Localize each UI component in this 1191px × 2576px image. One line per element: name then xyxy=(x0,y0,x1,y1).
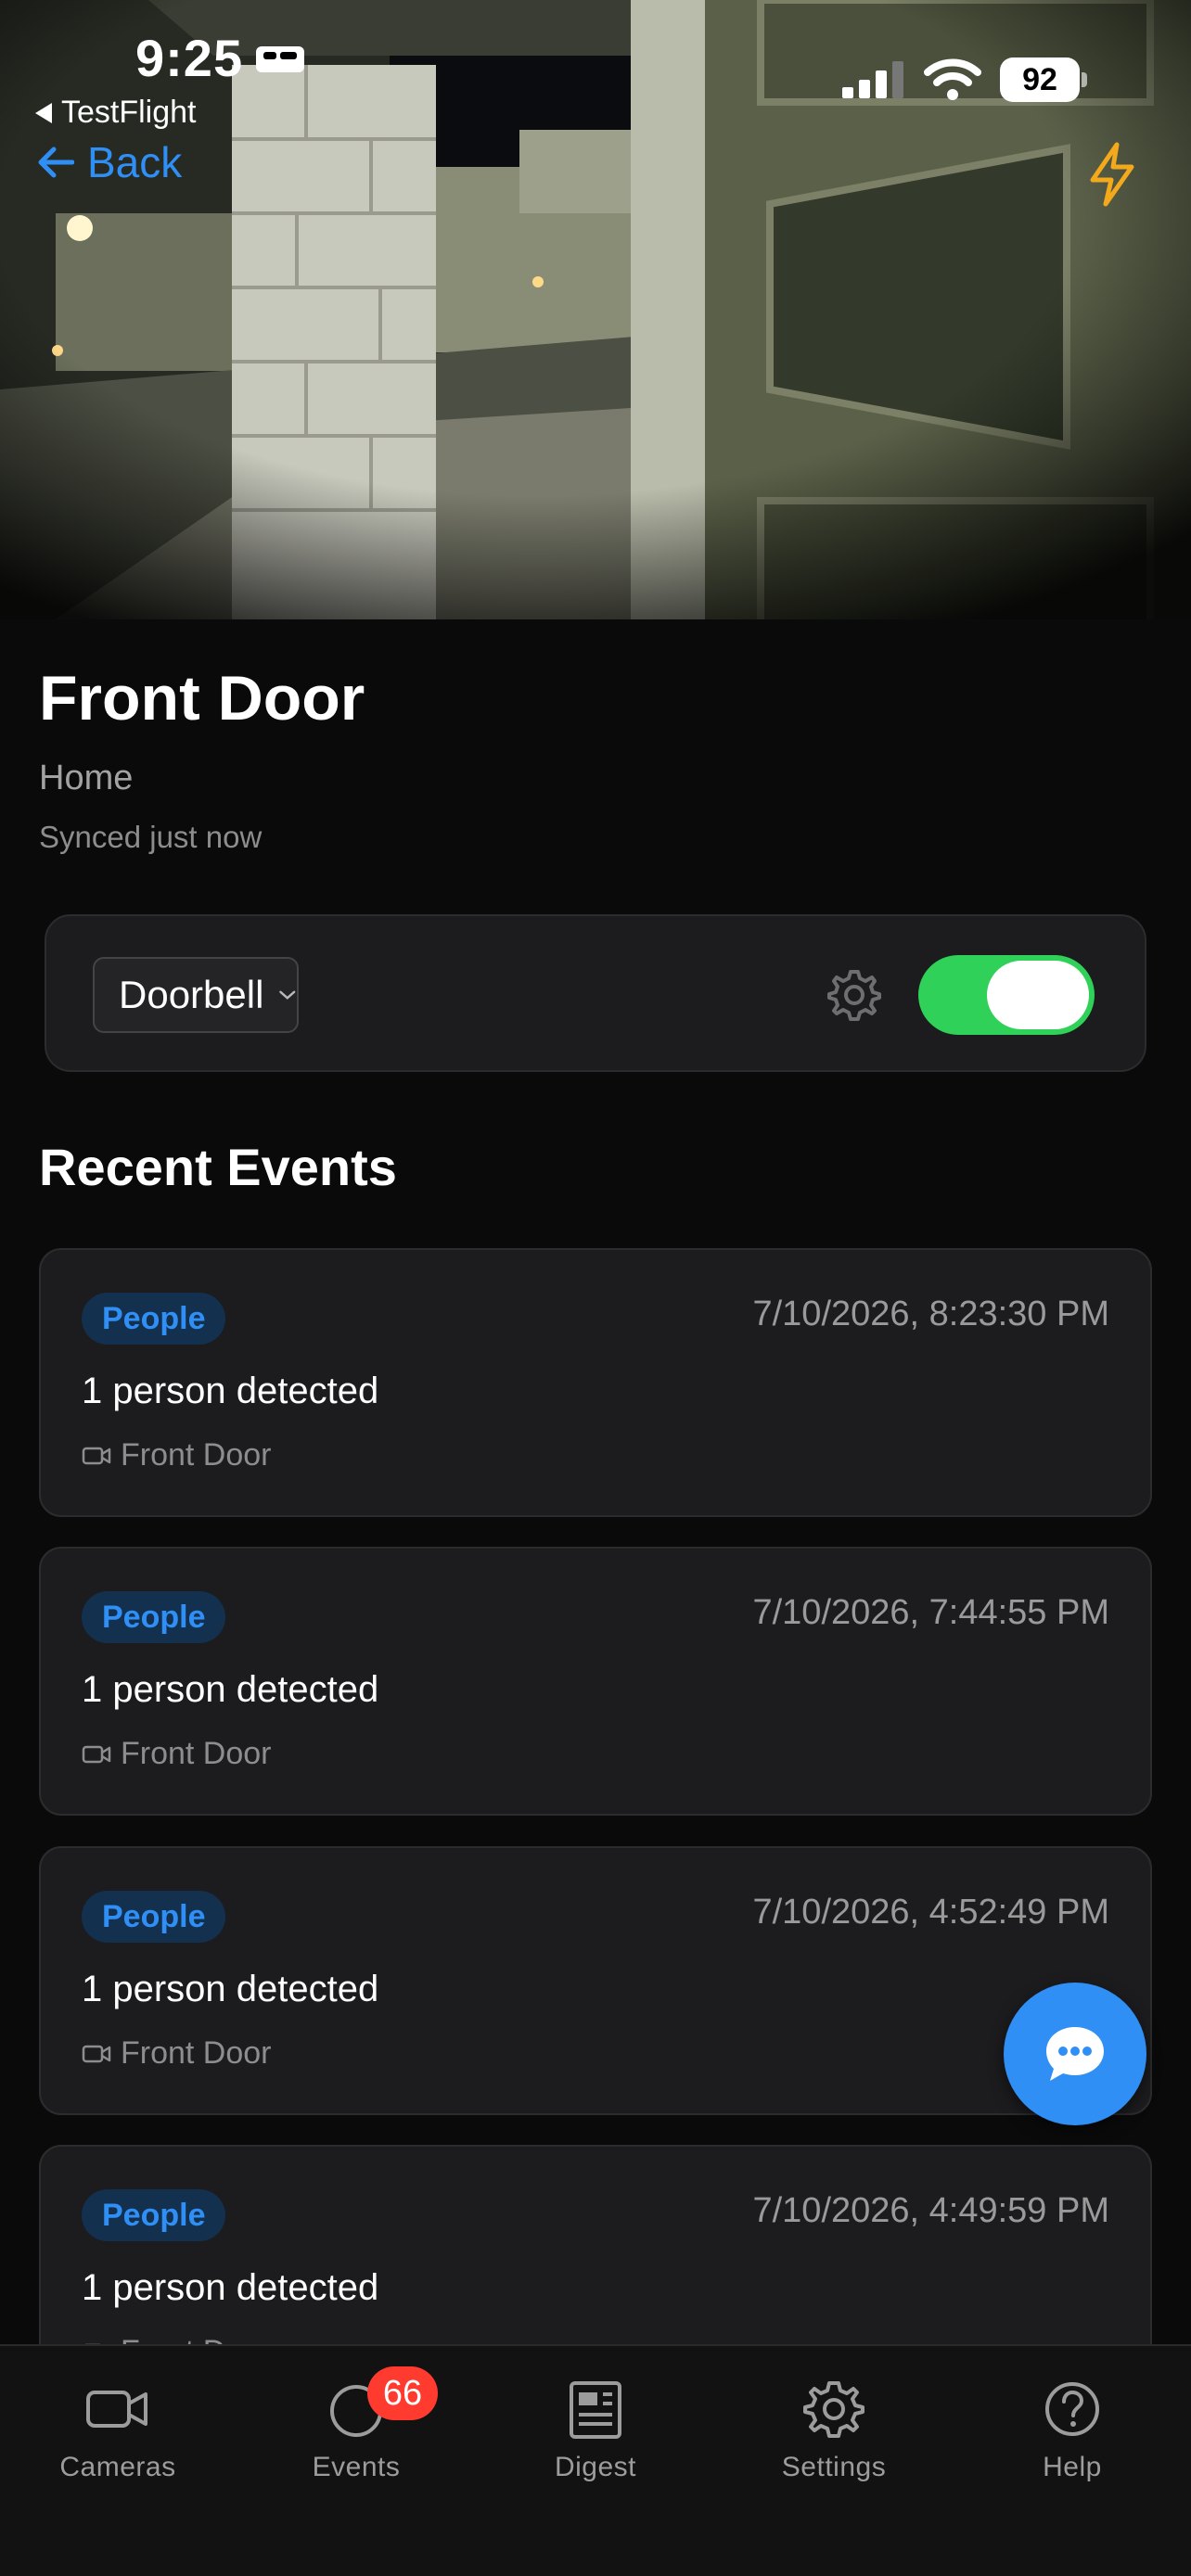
event-timestamp: 7/10/2026, 4:49:59 PM xyxy=(752,2191,1109,2230)
back-button[interactable]: Back xyxy=(37,137,182,187)
cellular-signal-icon xyxy=(842,61,903,98)
event-tag-badge: People xyxy=(82,1891,226,1943)
event-card[interactable]: People 7/10/2026, 8:23:30 PM 1 person de… xyxy=(39,1248,1152,1517)
event-description: 1 person detected xyxy=(82,2267,379,2308)
event-tag-badge: People xyxy=(82,2189,226,2241)
newspaper-icon xyxy=(570,2381,621,2439)
camera-location: Home xyxy=(39,759,134,797)
event-tag-badge: People xyxy=(82,1591,226,1643)
chat-bubble-icon xyxy=(1046,2027,1104,2081)
sync-status: Synced just now xyxy=(39,820,263,854)
lightning-bolt-icon[interactable] xyxy=(1085,141,1139,208)
tab-events[interactable]: 66 Events xyxy=(263,2366,449,2483)
event-camera: Front Door xyxy=(82,1437,272,1473)
battery-level: 92 xyxy=(1000,57,1080,102)
event-timestamp: 7/10/2026, 8:23:30 PM xyxy=(752,1294,1109,1333)
event-timestamp: 7/10/2026, 7:44:55 PM xyxy=(752,1593,1109,1632)
camera-live-view[interactable]: 9:25 TestFlight 92 Back xyxy=(0,0,1191,619)
event-card[interactable]: People 7/10/2026, 4:52:49 PM 1 person de… xyxy=(39,1846,1152,2115)
event-camera-name: Front Door xyxy=(121,2035,272,2071)
chat-button[interactable] xyxy=(1004,1983,1146,2125)
tab-label: Cameras xyxy=(59,2452,176,2482)
battery-indicator: 92 xyxy=(1000,57,1087,102)
camera-mode-card: Doorbell xyxy=(45,914,1146,1072)
event-tag-badge: People xyxy=(82,1293,226,1345)
back-to-app-link[interactable]: TestFlight xyxy=(35,95,197,131)
event-camera: Front Door xyxy=(82,1736,272,1772)
event-description: 1 person detected xyxy=(82,1969,379,2009)
events-count-badge: 66 xyxy=(367,2366,438,2420)
toggle-knob xyxy=(987,961,1089,1029)
event-description: 1 person detected xyxy=(82,1669,379,1710)
gear-icon xyxy=(803,2381,864,2438)
back-label: Back xyxy=(87,138,183,186)
tab-settings[interactable]: Settings xyxy=(741,2379,927,2483)
tab-label: Events xyxy=(312,2452,401,2482)
tab-digest[interactable]: Digest xyxy=(503,2379,688,2483)
video-camera-icon xyxy=(82,2045,111,2062)
arrow-left-icon xyxy=(38,147,74,178)
chevron-down-icon xyxy=(279,990,296,1000)
tab-help[interactable]: Help xyxy=(980,2379,1165,2483)
back-app-label: TestFlight xyxy=(61,95,197,130)
event-timestamp: 7/10/2026, 4:52:49 PM xyxy=(752,1893,1109,1932)
recent-events-title: Recent Events xyxy=(39,1138,397,1196)
video-camera-icon xyxy=(86,2391,147,2428)
tab-label: Settings xyxy=(781,2452,887,2482)
mode-dropdown-value: Doorbell xyxy=(119,973,264,1016)
camera-title: Front Door xyxy=(39,663,365,733)
camera-enabled-toggle[interactable] xyxy=(918,955,1095,1035)
tab-label: Digest xyxy=(554,2452,637,2482)
gear-icon[interactable] xyxy=(826,966,883,1024)
sleep-focus-icon xyxy=(256,46,304,72)
status-time: 9:25 xyxy=(135,29,244,87)
video-camera-icon xyxy=(82,1745,111,1763)
event-card[interactable]: People 7/10/2026, 7:44:55 PM 1 person de… xyxy=(39,1547,1152,1816)
mode-dropdown[interactable]: Doorbell xyxy=(93,957,299,1033)
question-circle-icon xyxy=(1045,2382,1099,2436)
tab-label: Help xyxy=(1043,2452,1102,2482)
video-camera-icon xyxy=(82,1447,111,1464)
event-description: 1 person detected xyxy=(82,1371,379,1411)
tab-cameras[interactable]: Cameras xyxy=(25,2379,211,2483)
tab-bar: Cameras 66 Events Digest Settings Help xyxy=(0,2344,1191,2576)
event-camera: Front Door xyxy=(82,2035,272,2072)
back-triangle-icon xyxy=(35,102,52,123)
event-camera-name: Front Door xyxy=(121,1736,272,1771)
wifi-icon xyxy=(924,58,981,100)
event-camera-name: Front Door xyxy=(121,1437,272,1473)
